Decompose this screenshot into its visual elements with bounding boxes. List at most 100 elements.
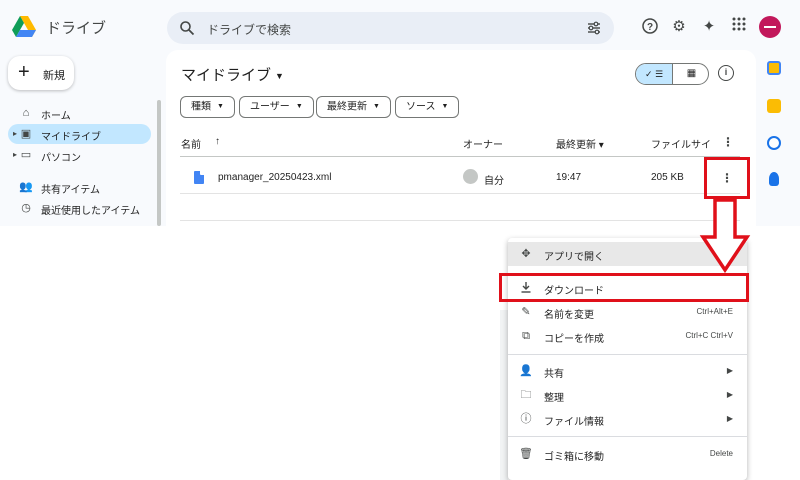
trash-icon: 🗑	[519, 448, 533, 460]
page-title[interactable]: マイドライブ ▼	[181, 64, 284, 85]
filter-label: 最終更新	[327, 101, 367, 113]
sidebar-item-my-drive[interactable]: ▸ ▣ マイドライブ	[8, 124, 151, 144]
annotation-arrow-down-icon	[699, 198, 751, 274]
new-button[interactable]: + 新規	[8, 56, 74, 90]
page-title-text: マイドライブ	[181, 67, 272, 84]
chevron-down-icon: ▼	[373, 103, 380, 110]
column-header-size[interactable]: ファイルサイ	[651, 136, 711, 151]
submenu-arrow-icon: ▶	[726, 414, 733, 423]
rename-icon: ✎	[521, 306, 531, 318]
list-view-icon[interactable]: ✓ ☰	[636, 64, 673, 84]
contacts-icon[interactable]	[769, 172, 779, 186]
info-icon[interactable]: i	[718, 65, 734, 81]
menu-item-label: コピーを作成	[544, 334, 604, 345]
google-drive-logo-icon[interactable]	[12, 16, 36, 38]
clock-icon: ◷	[21, 202, 31, 214]
sidebar-item-computers[interactable]: ▸ ▭ パソコン	[8, 145, 151, 165]
sidebar-item-label: 最近使用したアイテム	[41, 206, 140, 217]
chevron-down-icon: ▼	[441, 103, 449, 110]
menu-item-label: ゴミ箱に移動	[544, 452, 604, 463]
menu-divider	[508, 436, 747, 437]
sidebar-item-label: 共有アイテム	[41, 185, 100, 196]
column-header-modified-label: 最終更新	[556, 140, 596, 151]
menu-item-label: 共有	[544, 369, 564, 380]
plus-icon: +	[18, 61, 30, 83]
filter-type[interactable]: 種類 ▼	[180, 96, 235, 118]
submenu-arrow-icon: ▶	[726, 390, 733, 399]
menu-item-organize[interactable]: 🗀 整理 ▶	[508, 383, 747, 407]
menu-divider	[508, 354, 747, 355]
filter-source[interactable]: ソース ▼	[395, 96, 460, 118]
filter-label: ユーザー	[250, 101, 290, 113]
side-panel-rail	[760, 56, 790, 226]
keep-icon[interactable]	[767, 99, 781, 113]
divider	[180, 193, 740, 194]
file-owner: 自分	[484, 176, 504, 187]
drive-window: ドライブ ドライブで検索 ? ⚙ ✦ + 新規 ⌂ ホーム ▸ ▣ マイドライブ…	[0, 0, 800, 226]
sidebar-item-shared[interactable]: 👥 共有アイテム	[8, 177, 151, 197]
grid-view-icon[interactable]: ▦	[673, 64, 708, 84]
app-title: ドライブ	[46, 20, 107, 37]
table-row[interactable]: pmanager_20250423.xml 自分 19:47 205 KB ⋮	[180, 163, 740, 193]
menu-item-move-to-trash[interactable]: 🗑 ゴミ箱に移動 Delete	[508, 442, 747, 466]
copy-icon: ⧉	[522, 330, 530, 342]
filter-label: 種類	[191, 101, 211, 113]
column-header-owner[interactable]: オーナー	[463, 136, 503, 151]
main-panel: マイドライブ ▼ ✓ ☰ ▦ i 種類 ▼ ユーザー ▼ 最終更新 ▼ ソース ▼ 名前 …	[166, 50, 756, 226]
sidebar-item-home[interactable]: ⌂ ホーム	[8, 103, 151, 123]
apps-grid-icon[interactable]	[729, 17, 749, 37]
settings-icon[interactable]: ⚙	[669, 17, 689, 37]
divider	[180, 156, 740, 157]
submenu-arrow-icon: ▶	[726, 366, 733, 375]
menu-item-label: 整理	[544, 393, 564, 404]
filter-modified[interactable]: 最終更新 ▼	[316, 96, 391, 118]
menu-item-make-copy[interactable]: ⧉ コピーを作成 Ctrl+C Ctrl+V	[508, 324, 747, 348]
menu-item-rename[interactable]: ✎ 名前を変更 Ctrl+Alt+E	[508, 300, 747, 324]
chevron-down-icon: ▼	[217, 103, 224, 110]
sidebar-item-recent[interactable]: ◷ 最近使用したアイテム	[8, 198, 151, 218]
sidebar-item-label: マイドライブ	[41, 132, 101, 143]
avatar[interactable]	[759, 16, 781, 38]
calendar-icon[interactable]	[767, 61, 781, 75]
view-toggle[interactable]: ✓ ☰ ▦	[635, 63, 709, 85]
expand-caret-icon[interactable]: ▸	[13, 150, 17, 159]
background-window-edge	[500, 310, 508, 480]
menu-item-file-info[interactable]: ⓘ ファイル情報 ▶	[508, 407, 747, 431]
search-placeholder[interactable]: ドライブで検索	[207, 21, 291, 38]
share-icon: 👤	[519, 365, 533, 377]
help-icon[interactable]: ?	[640, 17, 660, 37]
menu-shortcut: Ctrl+C Ctrl+V	[685, 331, 733, 340]
sidebar-scrollbar[interactable]	[157, 100, 161, 226]
computer-icon: ▭	[20, 149, 32, 161]
owner-avatar-icon	[463, 169, 478, 184]
expand-caret-icon[interactable]: ▸	[13, 129, 17, 138]
column-options-icon[interactable]: ⋮	[722, 136, 734, 148]
tasks-icon[interactable]	[767, 136, 781, 150]
file-name: pmanager_20250423.xml	[218, 172, 332, 183]
open-with-icon: ✥	[521, 248, 531, 260]
annotation-highlight-download	[499, 273, 749, 302]
filter-user[interactable]: ユーザー ▼	[239, 96, 314, 118]
file-modified: 19:47	[556, 172, 582, 183]
menu-item-label: ファイル情報	[544, 417, 604, 428]
chevron-down-icon: ▼	[295, 103, 303, 110]
menu-shortcut: Delete	[709, 449, 733, 458]
gemini-sparkle-icon[interactable]: ✦	[699, 17, 719, 37]
column-header-modified[interactable]: 最終更新 ▾	[556, 136, 604, 151]
info-icon: ⓘ	[520, 413, 532, 425]
filter-label: ソース	[406, 101, 436, 113]
folder-icon: 🗀	[520, 389, 532, 401]
search-options-icon[interactable]	[586, 20, 602, 36]
menu-shortcut: Ctrl+Alt+E	[696, 307, 733, 316]
sidebar-item-label: ホーム	[41, 111, 71, 122]
menu-item-share[interactable]: 👤 共有 ▶	[508, 359, 747, 383]
home-icon: ⌂	[22, 107, 30, 119]
sort-arrow-up-icon[interactable]: ↑	[215, 136, 220, 147]
file-icon	[194, 171, 204, 184]
column-header-name[interactable]: 名前	[181, 136, 201, 151]
svg-text:?: ?	[647, 22, 653, 33]
search-bar[interactable]: ドライブで検索	[167, 12, 614, 44]
menu-item-label: アプリで開く	[544, 252, 604, 263]
menu-item-label: 名前を変更	[544, 310, 594, 321]
drive-icon: ▣	[20, 128, 32, 140]
